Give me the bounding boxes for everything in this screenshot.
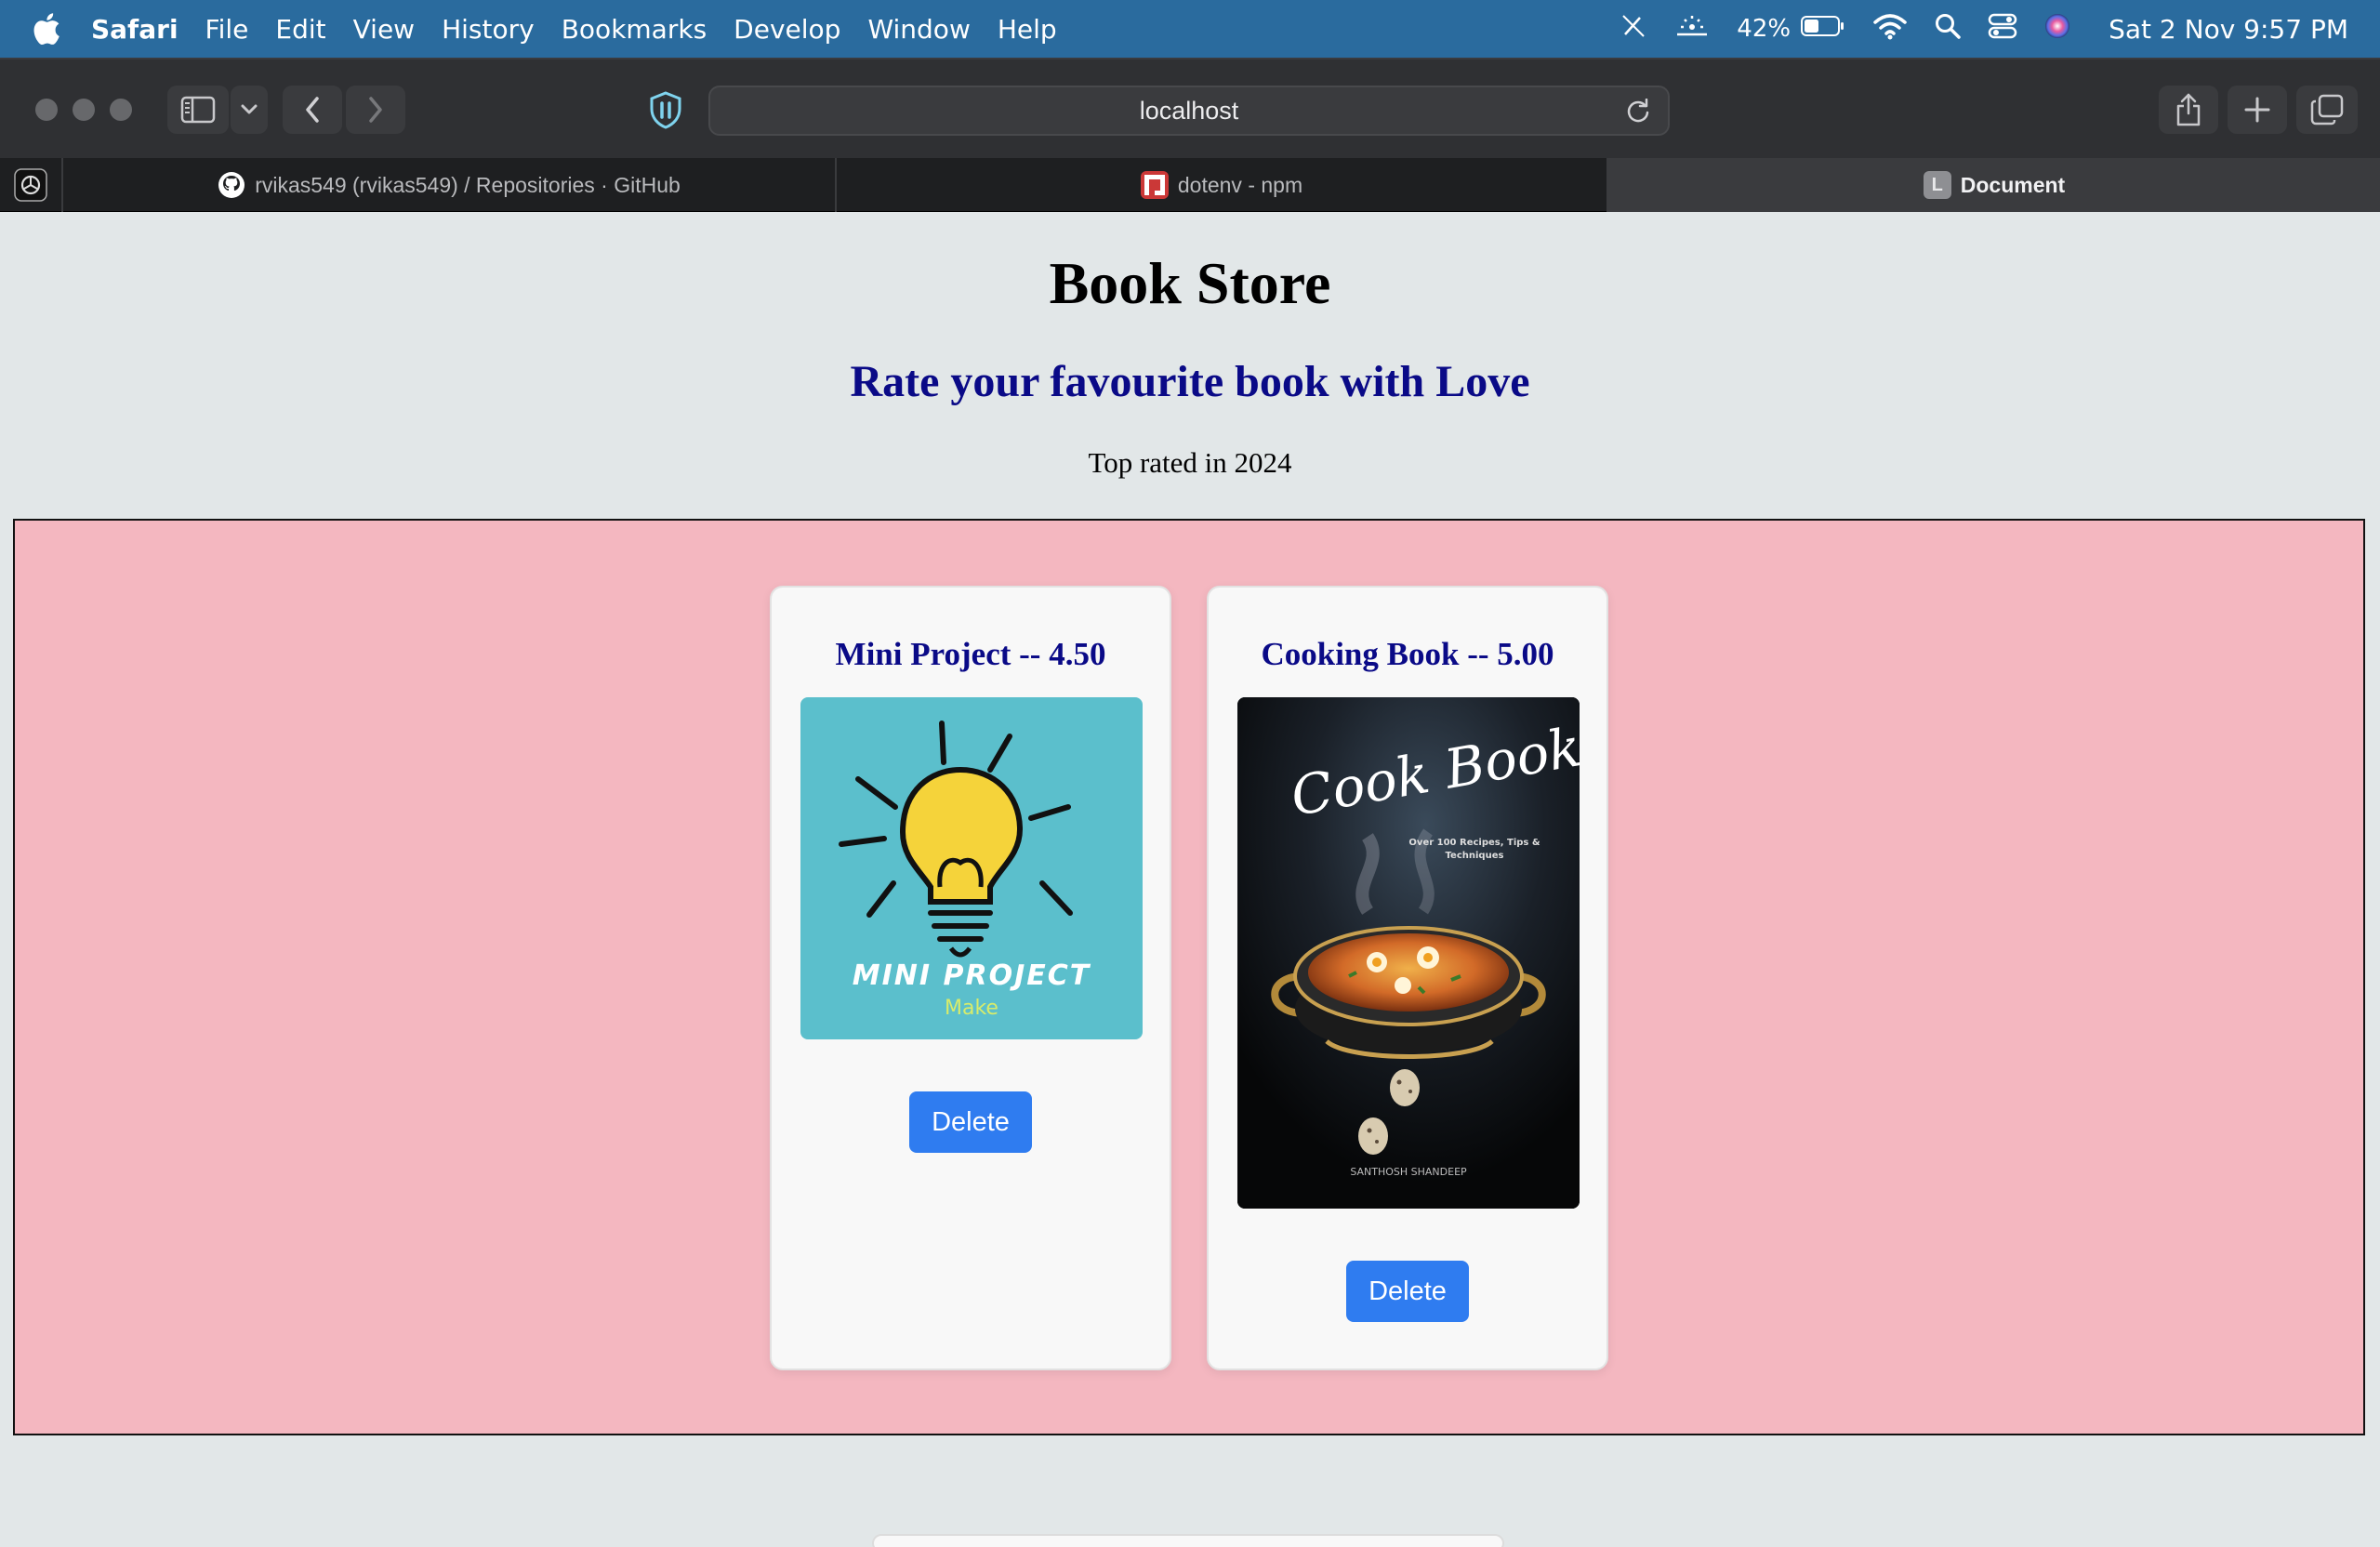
book-cover-image: MINI PROJECT Make xyxy=(800,697,1143,1039)
book-form-card xyxy=(872,1534,1504,1547)
menu-develop[interactable]: Develop xyxy=(734,14,840,45)
forward-button[interactable] xyxy=(346,86,405,134)
plus-icon xyxy=(2244,97,2270,123)
menu-bookmarks[interactable]: Bookmarks xyxy=(562,14,707,45)
chevron-right-icon xyxy=(369,97,382,123)
npm-icon xyxy=(1140,171,1169,199)
battery-percent: 42% xyxy=(1737,15,1792,43)
cover-author: SANTHOSH SHANDEEP xyxy=(1350,1166,1467,1178)
share-icon xyxy=(2176,93,2201,126)
delete-button[interactable]: Delete xyxy=(909,1091,1032,1153)
wifi-icon[interactable] xyxy=(1872,12,1908,46)
tab-github[interactable]: rvikas549 (rvikas549) / Repositories · G… xyxy=(63,158,837,212)
display-brightness-icon[interactable] xyxy=(1673,12,1711,46)
chevron-left-icon xyxy=(306,97,319,123)
battery-icon[interactable] xyxy=(1800,14,1846,45)
tab-label: rvikas549 (rvikas549) / Repositories · G… xyxy=(255,172,681,197)
book-card: Cooking Book -- 5.00 Cook Book Over 100 … xyxy=(1207,586,1608,1370)
tab-npm[interactable]: dotenv - npm xyxy=(837,158,1608,212)
apple-icon[interactable] xyxy=(30,11,63,46)
sidebar-icon xyxy=(180,96,216,124)
book-card: Mini Project -- 4.50 MINI PROJECT Make D… xyxy=(770,586,1171,1370)
menu-window[interactable]: Window xyxy=(867,14,970,45)
github-icon xyxy=(218,171,245,199)
web-page: Book Store Rate your favourite book with… xyxy=(0,212,2380,1547)
page-subtitle: Rate your favourite book with Love xyxy=(850,357,1530,406)
cover-subtext: Over 100 Recipes, Tips & Techniques xyxy=(1408,838,1540,861)
chatgpt-icon xyxy=(14,168,47,202)
tab-overview-icon xyxy=(2310,94,2344,126)
page-title: Book Store xyxy=(1049,250,1331,316)
book-title: Mini Project -- 4.50 xyxy=(835,636,1106,672)
tab-bar: rvikas549 (rvikas549) / Repositories · G… xyxy=(0,158,2380,212)
menu-history[interactable]: History xyxy=(442,14,535,45)
cover-subtext: Make xyxy=(945,997,998,1020)
tab-label: dotenv - npm xyxy=(1177,172,1303,197)
new-tab-button[interactable] xyxy=(2228,86,2287,134)
window-close-button[interactable] xyxy=(35,99,58,121)
menu-app-name[interactable]: Safari xyxy=(91,14,178,45)
book-list-container xyxy=(13,519,2365,1435)
address-bar[interactable]: localhost xyxy=(708,86,1670,136)
page-tagline: Top rated in 2024 xyxy=(1088,446,1292,479)
menu-edit[interactable]: Edit xyxy=(275,14,325,45)
macos-menu-bar: Safari File Edit View History Bookmarks … xyxy=(0,0,2380,58)
menu-clock[interactable]: Sat 2 Nov 9:57 PM xyxy=(2109,14,2348,45)
menu-view[interactable]: View xyxy=(353,14,415,45)
menu-help[interactable]: Help xyxy=(998,14,1057,45)
pinned-tab-chatgpt[interactable] xyxy=(0,158,63,212)
chevron-down-icon xyxy=(241,104,258,114)
control-center-icon[interactable] xyxy=(1988,12,2017,46)
pen-off-icon[interactable] xyxy=(1620,12,1647,46)
reload-icon[interactable] xyxy=(1625,98,1651,131)
sidebar-toggle-button[interactable] xyxy=(167,86,229,134)
window-minimize-button[interactable] xyxy=(73,99,95,121)
delete-button[interactable]: Delete xyxy=(1346,1261,1469,1322)
siri-icon[interactable] xyxy=(2043,12,2071,46)
tab-label: Document xyxy=(1960,172,2066,197)
url-text: localhost xyxy=(1139,96,1239,125)
window-zoom-button[interactable] xyxy=(110,99,132,121)
back-button[interactable] xyxy=(283,86,342,134)
tab-document[interactable]: L Document xyxy=(1608,158,2380,212)
cover-title: MINI PROJECT xyxy=(852,959,1091,992)
shield-icon xyxy=(650,91,681,129)
tab-overview-button[interactable] xyxy=(2296,86,2358,134)
book-cover-image: Cook Book Over 100 Recipes, Tips & Techn… xyxy=(1237,697,1580,1209)
browser-toolbar: localhost xyxy=(0,58,2380,158)
book-title: Cooking Book -- 5.00 xyxy=(1261,636,1554,672)
tab-group-menu-button[interactable] xyxy=(231,86,268,134)
document-icon: L xyxy=(1923,171,1951,199)
spotlight-search-icon[interactable] xyxy=(1934,12,1962,46)
privacy-report-button[interactable] xyxy=(638,86,694,134)
share-button[interactable] xyxy=(2159,86,2218,134)
menu-file[interactable]: File xyxy=(205,14,249,45)
